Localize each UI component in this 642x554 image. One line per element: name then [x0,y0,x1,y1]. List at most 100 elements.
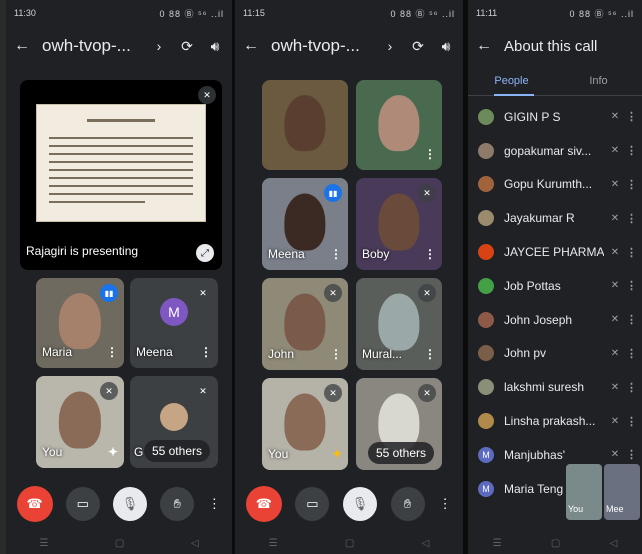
others-count: 55 others [143,440,210,462]
more-options-icon[interactable]: ⋮ [626,144,637,157]
participant-row[interactable]: GIGIN P S ✕ ⋮ [468,100,642,134]
more-options-icon[interactable]: ⋮ [330,247,342,261]
back-icon[interactable]: ◁ [610,538,618,549]
about-header: ← About this call [468,26,642,66]
mic-off-icon: ✕ [198,86,216,104]
self-preview-tile[interactable]: You [566,464,602,520]
mic-off-icon: ✕ [610,246,620,258]
back-arrow-icon[interactable]: ← [14,37,32,55]
mic-toggle-button[interactable]: 🎙︎ [112,487,147,521]
end-call-button[interactable]: ☎ [245,486,282,522]
more-options-icon[interactable]: ⋮ [424,247,436,261]
more-options-button[interactable]: ⋮ [207,487,221,521]
avatar [478,244,494,261]
meeting-code[interactable]: owh-tvop-... [42,36,140,56]
participant-tile-others[interactable]: ✕ 55 others [356,378,442,470]
participant-tile-boby[interactable]: ✕ Boby ⋮ [356,178,442,270]
recents-icon[interactable]: ☰ [493,538,502,549]
more-options-icon[interactable]: ⋮ [626,313,637,326]
back-arrow-icon[interactable]: ← [243,37,261,55]
participant-tile-john[interactable]: ✕ John ⋮ [262,278,348,370]
participant-row[interactable]: Jayakumar R ✕ ⋮ [468,201,642,235]
tab-people[interactable]: People [468,66,555,95]
recents-icon[interactable]: ☰ [269,538,278,549]
mic-toggle-button[interactable]: 🎙︎ [342,487,377,521]
more-options-icon[interactable]: ⋮ [626,347,637,360]
more-options-button[interactable]: ⋮ [438,487,452,521]
more-options-icon[interactable]: ⋮ [626,415,637,428]
meeting-code[interactable]: owh-tvop-... [271,36,371,56]
participant-row[interactable]: Job Pottas ✕ ⋮ [468,269,642,303]
mic-off-icon: ✕ [610,280,620,292]
raise-hand-button[interactable]: ✋︎ [390,487,425,521]
participant-tile-maria[interactable]: ▮▮ Maria ⋮ [36,278,124,368]
speaker-icon[interactable]: 🔊︎ [437,38,455,55]
avatar: M [160,298,188,327]
tab-info[interactable]: Info [555,66,642,95]
avatar [478,345,494,362]
recents-icon[interactable]: ☰ [39,538,48,549]
switch-camera-icon[interactable]: ⟳ [409,38,427,55]
more-options-icon[interactable]: ⋮ [626,246,637,259]
mic-off-icon: ✕ [418,384,436,402]
more-options-icon[interactable]: ⋮ [626,448,637,461]
status-bar: 11:15 0 88 Ⓑ ⁵⁶ ..il [235,0,463,26]
participant-tile-mural[interactable]: ✕ Mural... ⋮ [356,278,442,370]
tab-bar: People Info [468,66,642,96]
more-options-icon[interactable]: ⋮ [626,110,637,123]
more-options-icon[interactable]: ⋮ [626,279,637,292]
more-options-icon[interactable]: ⋮ [626,178,637,191]
avatar [478,142,494,159]
more-options-icon[interactable]: ⋮ [424,347,436,361]
participant-row[interactable]: Linsha prakash... ✕ ⋮ [468,404,642,438]
effects-icon[interactable]: ✦ [332,447,342,461]
more-options-icon[interactable]: ⋮ [424,147,436,161]
more-options-icon[interactable]: ⋮ [106,345,118,359]
participant-tile[interactable]: ⋮ [356,80,442,170]
camera-button[interactable]: ▭ [65,487,100,521]
raise-hand-button[interactable]: ✋︎ [160,487,195,521]
participant-video [378,293,420,351]
participant-row[interactable]: lakshmi suresh ✕ ⋮ [468,370,642,404]
camera-button[interactable]: ▭ [295,487,330,521]
more-options-icon[interactable]: ⋮ [200,345,212,359]
home-icon[interactable]: ▢ [551,538,560,549]
more-options-icon[interactable]: ⋮ [330,347,342,361]
mic-off-icon: ✕ [610,381,620,393]
participant-row[interactable]: Gopu Kurumth... ✕ ⋮ [468,168,642,202]
more-options-icon[interactable]: ⋮ [626,381,637,394]
chevron-right-icon[interactable]: › [381,38,399,54]
participant-tile-you[interactable]: ✕ You ✦ [36,376,124,468]
participant-tile-you[interactable]: ✕ You ✦ [262,378,348,470]
participant-tile[interactable] [262,80,348,170]
speaker-preview-tile[interactable]: Mee [604,464,640,520]
speaking-indicator-icon: ▮▮ [100,284,118,302]
fullscreen-icon[interactable]: ⤢ [196,244,214,262]
avatar [478,210,494,227]
participant-row[interactable]: JAYCEE PHARMA ✕ ⋮ [468,235,642,269]
status-time: 11:15 [243,8,265,18]
participant-name: Meena [268,247,305,261]
participant-row[interactable]: John Joseph ✕ ⋮ [468,303,642,337]
participant-video [284,95,326,152]
switch-camera-icon[interactable]: ⟳ [178,38,196,55]
back-icon[interactable]: ◁ [191,538,199,549]
home-icon[interactable]: ▢ [115,538,124,549]
end-call-button[interactable]: ☎ [16,486,53,522]
meeting-header: ← owh-tvop-... › ⟳ 🔊︎ [235,26,463,66]
participant-row[interactable]: John pv ✕ ⋮ [468,337,642,371]
participant-row[interactable]: gopakumar siv... ✕ ⋮ [468,134,642,168]
avatar: M [478,446,494,463]
more-options-icon[interactable]: ⋮ [626,212,637,225]
participant-tile-meena[interactable]: ▮▮ Meena ⋮ [262,178,348,270]
presentation-tile[interactable]: ✕ Rajagiri is presenting ⤢ [20,80,222,270]
participant-tile-meena[interactable]: ✕ M Meena ⋮ [130,278,218,368]
participant-tile-others[interactable]: ✕ G 55 others [130,376,218,468]
back-arrow-icon[interactable]: ← [476,37,494,55]
effects-icon[interactable]: ✦ [108,445,118,459]
speaker-icon[interactable]: 🔊︎ [206,38,224,55]
back-icon[interactable]: ◁ [422,538,430,549]
home-icon[interactable]: ▢ [345,538,354,549]
chevron-right-icon[interactable]: › [150,38,168,54]
status-icons: 0 88 Ⓑ ⁵⁶ ..il [390,8,455,19]
